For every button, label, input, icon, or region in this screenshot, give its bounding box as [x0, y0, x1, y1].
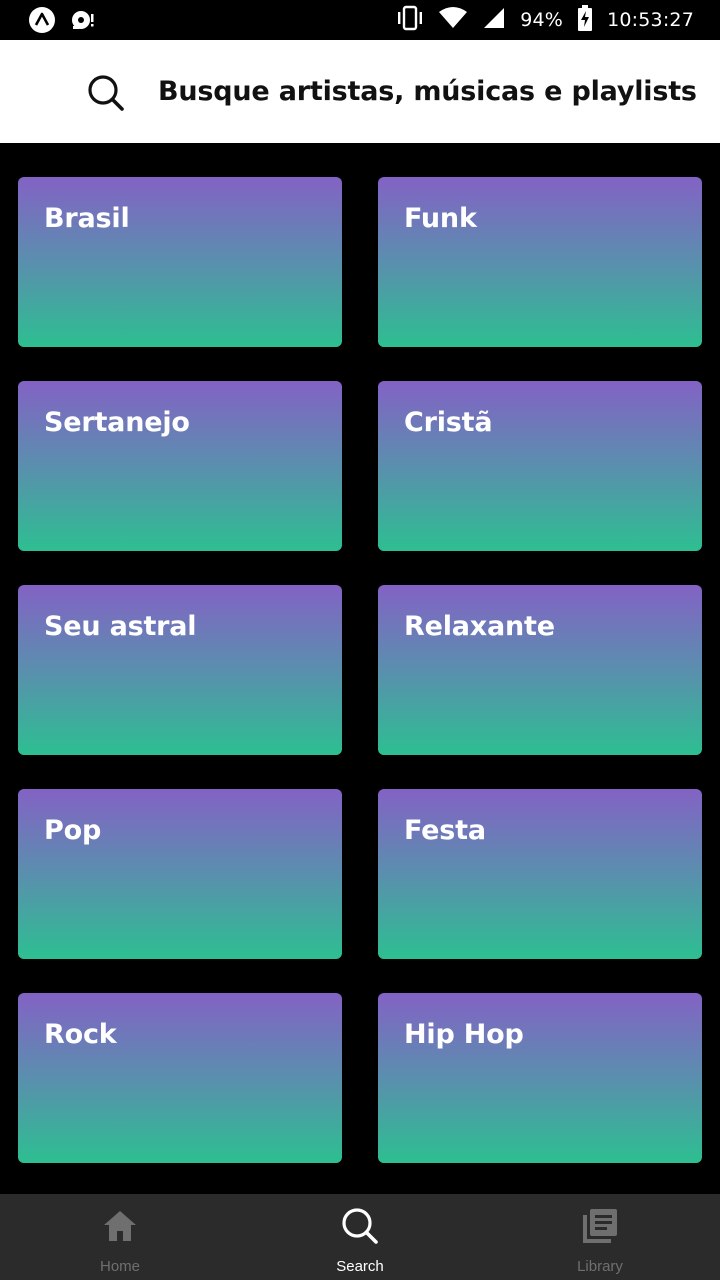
search-prompt[interactable]: Busque artistas, músicas e playlists — [158, 76, 697, 107]
music-disc-icon — [68, 6, 96, 39]
genre-card-rock[interactable]: Rock — [18, 993, 342, 1163]
genre-label: Seu astral — [44, 611, 197, 642]
battery-charging-icon — [577, 4, 593, 36]
status-bar: 94% 10:53:27 — [0, 0, 720, 40]
genre-card-pop[interactable]: Pop — [18, 789, 342, 959]
search-icon — [87, 74, 125, 112]
clock: 10:53:27 — [607, 9, 694, 31]
genre-label: Pop — [44, 815, 102, 846]
genre-label: Hip Hop — [404, 1019, 524, 1050]
genre-card-hip-hop[interactable]: Hip Hop — [378, 993, 702, 1163]
genre-card-seu-astral[interactable]: Seu astral — [18, 585, 342, 755]
search-icon — [340, 1206, 380, 1246]
bottom-nav: Home Search Library — [0, 1194, 720, 1280]
nav-label-library: Library — [577, 1258, 623, 1275]
wifi-icon — [438, 6, 468, 35]
search-bar[interactable]: Busque artistas, músicas e playlists — [0, 40, 720, 143]
genre-label: Brasil — [44, 203, 130, 234]
status-bar-right: 94% 10:53:27 — [396, 0, 694, 40]
status-bar-left — [28, 6, 96, 39]
genre-card-brasil[interactable]: Brasil — [18, 177, 342, 347]
genre-label: Sertanejo — [44, 407, 190, 438]
genre-label: Funk — [404, 203, 477, 234]
nav-item-library[interactable]: Library — [480, 1194, 720, 1280]
genre-label: Festa — [404, 815, 486, 846]
genre-card-funk[interactable]: Funk — [378, 177, 702, 347]
nav-item-home[interactable]: Home — [0, 1194, 240, 1280]
library-icon — [580, 1206, 620, 1246]
signal-icon — [482, 6, 506, 35]
genre-card-crista[interactable]: Cristã — [378, 381, 702, 551]
home-icon — [100, 1206, 140, 1246]
vibrate-icon — [396, 5, 424, 36]
genre-label: Cristã — [404, 407, 493, 438]
battery-percent: 94% — [520, 9, 564, 31]
genre-grid: Brasil Funk Sertanejo Cristã Seu astral … — [18, 177, 702, 1163]
nav-item-search[interactable]: Search — [240, 1194, 480, 1280]
app-logo-icon — [28, 6, 56, 39]
genre-label: Relaxante — [404, 611, 555, 642]
genre-card-festa[interactable]: Festa — [378, 789, 702, 959]
nav-label-search: Search — [336, 1258, 384, 1275]
genre-label: Rock — [44, 1019, 117, 1050]
genre-card-sertanejo[interactable]: Sertanejo — [18, 381, 342, 551]
nav-label-home: Home — [99, 1258, 140, 1275]
genre-card-relaxante[interactable]: Relaxante — [378, 585, 702, 755]
